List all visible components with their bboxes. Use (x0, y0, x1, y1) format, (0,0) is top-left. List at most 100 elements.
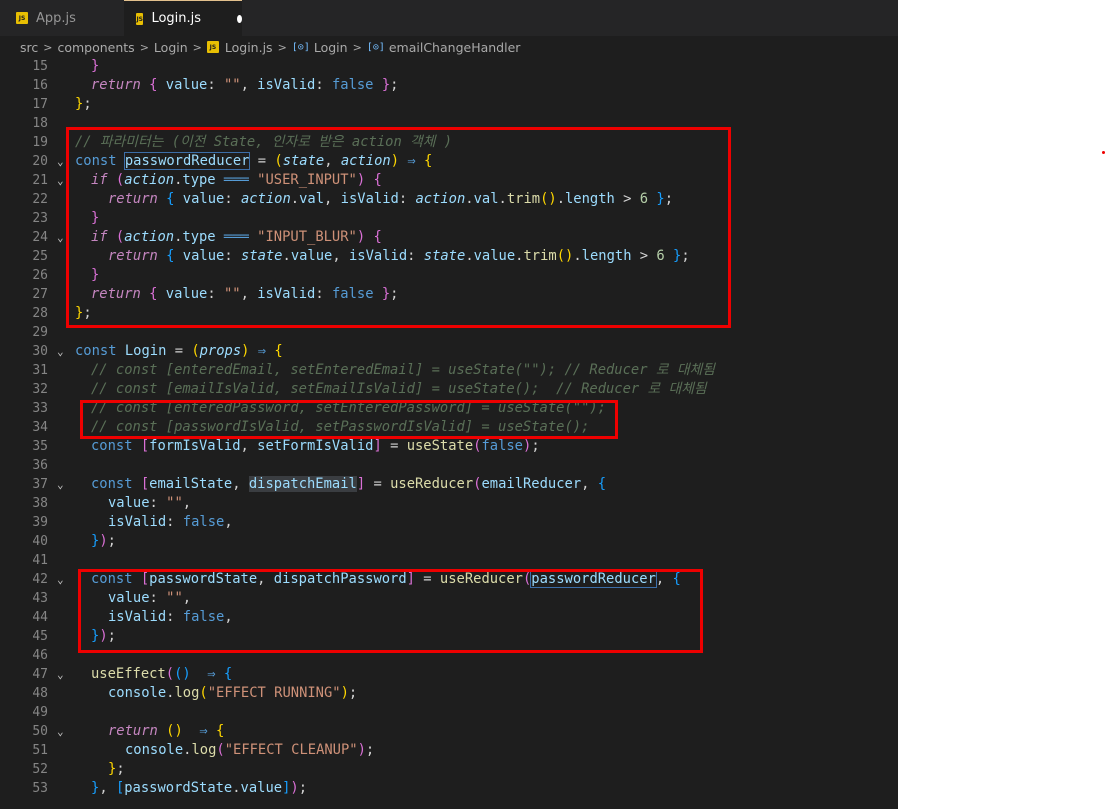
tab-label: App.js (36, 10, 76, 26)
code-token: log (191, 742, 217, 758)
breadcrumb-login-folder[interactable]: Login (154, 40, 188, 55)
line-number: 26 (32, 268, 48, 283)
code-line: 51 console.log("EFFECT CLEANUP"); (0, 741, 898, 760)
fold-chevron-icon[interactable]: ⌄ (57, 475, 69, 494)
code-line: 50 ⌄ return () ⇒ { (0, 722, 898, 741)
code-token: useEffect (91, 666, 166, 682)
code-token: ⇒ (199, 666, 224, 682)
breadcrumb-components[interactable]: components (57, 40, 134, 55)
annotation-dot (1102, 151, 1105, 154)
code-token: dispatchEmail (248, 476, 357, 492)
line-number: 36 (32, 458, 48, 473)
tab-login-js[interactable]: JS Login.js (124, 0, 242, 36)
line-number: 29 (32, 325, 48, 340)
line-number: 32 (32, 382, 48, 397)
chevron-right-icon: > (43, 40, 53, 54)
code-line: 52 }; (0, 760, 898, 779)
annotation-box-reducer (66, 127, 731, 328)
line-number: 28 (32, 306, 48, 321)
code-token: false (182, 514, 225, 530)
line-number: 22 (32, 192, 48, 207)
line-number: 37 (32, 477, 48, 492)
code-token: () (174, 666, 199, 682)
code-token: const (75, 343, 125, 359)
chevron-right-icon: > (139, 40, 149, 54)
code-line: 32 // const [emailIsValid, setEmailIsVal… (0, 380, 898, 399)
code-token: "" (223, 77, 241, 93)
line-number: 15 (32, 59, 48, 74)
code-token: () (166, 723, 192, 739)
line-number: 17 (32, 97, 48, 112)
code-line: 37 ⌄ const [emailState, dispatchEmail] =… (0, 475, 898, 494)
code-token: return (108, 723, 158, 739)
code-token: passwordState (124, 780, 233, 796)
breadcrumb-file[interactable]: Login.js (225, 40, 273, 55)
code-token: console (125, 742, 184, 758)
code-token: console (108, 685, 167, 701)
chevron-right-icon: > (352, 40, 362, 54)
fold-chevron-icon[interactable]: ⌄ (57, 342, 69, 361)
line-number: 20 (32, 154, 48, 169)
code-token: value (108, 495, 150, 511)
code-token: isValid (108, 514, 167, 530)
code-token: emailState (149, 476, 233, 492)
code-token: false (331, 77, 374, 93)
chevron-right-icon: > (277, 40, 287, 54)
line-number: 33 (32, 401, 48, 416)
breadcrumb-component[interactable]: Login (314, 40, 348, 55)
symbol-variable-icon: [⊙] (291, 41, 310, 53)
code-line: 41 (0, 551, 898, 570)
code-token: useReducer (390, 476, 474, 492)
fold-chevron-icon[interactable]: ⌄ (57, 570, 69, 589)
line-number: 21 (32, 173, 48, 188)
tab-app-js[interactable]: JS App.js (0, 0, 124, 36)
tab-bar: JS App.js JS Login.js (0, 0, 898, 36)
symbol-variable-icon: [⊙] (366, 41, 385, 53)
code-token: isValid (248, 77, 316, 93)
code-comment: // const [enteredEmail, setEnteredEmail]… (91, 362, 715, 378)
line-number: 46 (32, 648, 48, 663)
line-number: 38 (32, 496, 48, 511)
code-line: 49 (0, 703, 898, 722)
code-line: 36 (0, 456, 898, 475)
line-number: 48 (32, 686, 48, 701)
line-number: 41 (32, 553, 48, 568)
fold-chevron-icon[interactable]: ⌄ (57, 665, 69, 684)
line-number: 24 (32, 230, 48, 245)
line-number: 25 (32, 249, 48, 264)
code-token: useState (406, 438, 474, 454)
code-token: "EFFECT RUNNING" (207, 685, 341, 701)
editor-bottom-edge (0, 795, 898, 809)
line-number: 44 (32, 610, 48, 625)
unsaved-dot-icon[interactable] (237, 14, 242, 23)
code-token: log (174, 685, 200, 701)
code-token: = (166, 343, 192, 359)
line-number: 18 (32, 116, 48, 131)
code-token: } (91, 58, 100, 74)
fold-chevron-icon[interactable]: ⌄ (57, 722, 69, 741)
line-number: 40 (32, 534, 48, 549)
line-number: 47 (32, 667, 48, 682)
breadcrumb-handler[interactable]: emailChangeHandler (389, 40, 521, 55)
line-number: 31 (32, 363, 48, 378)
line-number: 23 (32, 211, 48, 226)
code-token: formIsValid (149, 438, 241, 454)
line-number: 49 (32, 705, 48, 720)
code-line: 17 }; (0, 95, 898, 114)
code-token: value (240, 780, 283, 796)
js-file-icon: JS (206, 41, 219, 53)
code-line: 30 ⌄ const Login = (props) ⇒ { (0, 342, 898, 361)
code-token: const (91, 476, 141, 492)
breadcrumb-src[interactable]: src (20, 40, 38, 55)
breadcrumb: src > components > Login > JS Login.js >… (0, 36, 898, 58)
code-token: emailReducer (481, 476, 582, 492)
line-number: 27 (32, 287, 48, 302)
code-token: setFormIsValid (257, 438, 374, 454)
code-token: return (91, 77, 141, 93)
code-line: 47 ⌄ useEffect(() ⇒ { (0, 665, 898, 684)
annotation-box-commented-state (80, 400, 618, 439)
code-line: 40 }); (0, 532, 898, 551)
line-number: 39 (32, 515, 48, 530)
code-line: 15 } (0, 57, 898, 76)
code-token: const (91, 438, 141, 454)
